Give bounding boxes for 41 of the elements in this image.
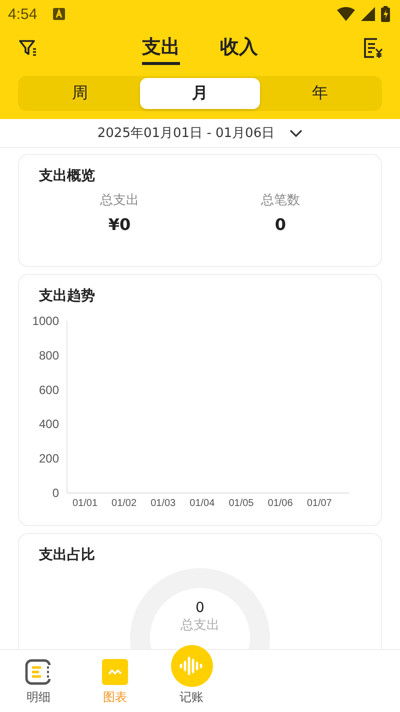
battery-icon	[381, 6, 390, 22]
card-title: 支出概览	[39, 167, 96, 185]
period-tab[interactable]: 周	[20, 78, 140, 109]
sound-wave-icon	[178, 656, 205, 676]
x-tick-label: 01/07	[306, 498, 332, 509]
x-tick-label: 01/01	[72, 498, 98, 509]
filter-icon[interactable]	[18, 38, 38, 58]
stat-value: ¥0	[108, 215, 131, 234]
stat-label: 总支出	[100, 192, 139, 209]
nav-tab[interactable]: 明细	[0, 650, 77, 712]
status-time: 4:54	[8, 6, 38, 22]
date-range-picker[interactable]: 2025年01月01日 - 01月06日	[91, 123, 309, 143]
chevron-down-icon	[288, 128, 303, 138]
x-tick-label: 01/03	[150, 498, 176, 509]
donut-label: 总支出	[180, 617, 220, 634]
y-tick-label: 0	[52, 486, 59, 500]
x-tick-label: 01/04	[190, 498, 215, 509]
notification-icon	[53, 8, 66, 20]
list-icon	[25, 659, 52, 685]
y-tick-label: 200	[38, 452, 59, 466]
y-tick-label: 800	[38, 348, 59, 362]
donut-value: 0	[196, 600, 204, 616]
header-tab[interactable]: 收入	[220, 32, 258, 64]
x-tick-label: 01/05	[228, 498, 254, 509]
period-tab[interactable]: 月	[140, 78, 260, 109]
stat-label: 总笔数	[261, 192, 300, 209]
wifi-icon	[337, 7, 355, 21]
nav-tab[interactable]: 记账	[153, 638, 230, 712]
stat-value: 0	[274, 215, 286, 234]
y-tick-label: 600	[38, 382, 59, 397]
bill-icon[interactable]	[362, 37, 384, 59]
header-tab[interactable]: 支出	[142, 32, 180, 64]
chart-icon	[102, 659, 128, 685]
period-tab[interactable]: 年	[260, 78, 380, 109]
card-title: 支出占比	[39, 546, 96, 564]
x-tick-label: 01/02	[112, 498, 137, 509]
y-tick-label: 1000	[32, 314, 59, 328]
y-tick-label: 400	[38, 417, 59, 432]
card-title: 支出趋势	[39, 287, 96, 305]
x-tick-label: 01/06	[268, 498, 293, 509]
signal-icon	[361, 7, 375, 21]
